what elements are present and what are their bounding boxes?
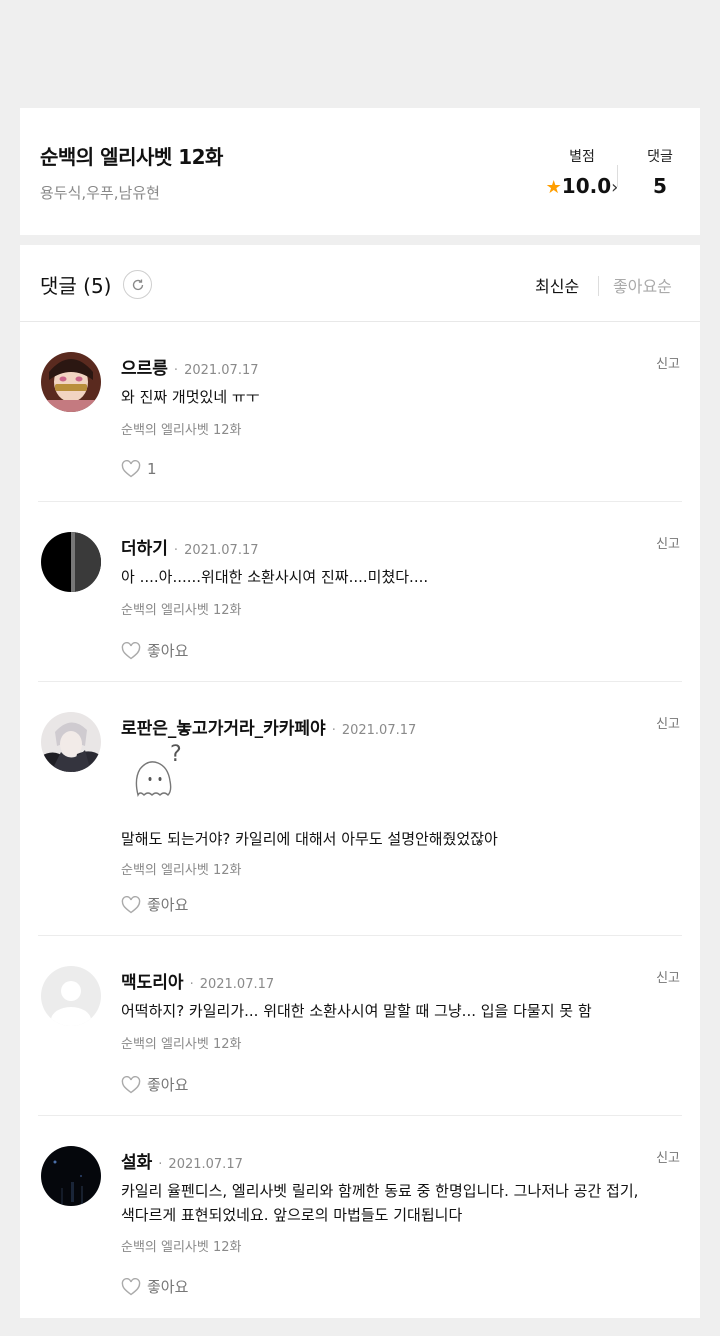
star-icon: ★ [545, 177, 562, 198]
comment-body: 아 ....아......위대한 소환사시여 진짜....미쳤다.... [121, 568, 429, 586]
heart-icon [121, 460, 141, 478]
comment-count-stat: 댓글 5 [630, 146, 690, 198]
avatar[interactable] [41, 712, 101, 772]
comment-nickname[interactable]: 더하기 [121, 539, 168, 559]
comment-nickname[interactable]: 으르릉 [121, 359, 168, 379]
comment-nickname[interactable]: 설화 [121, 1153, 152, 1173]
separator-dot: · [331, 723, 336, 738]
comment-item: 설화 · 2021.07.17 신고 카일리 율펜디스, 엘리사벳 릴리와 함께한 … [38, 1116, 682, 1318]
avatar[interactable] [41, 352, 101, 412]
comment-body: 와 진짜 개멋있네 ㅠㅜ [121, 388, 260, 406]
comment-nickname[interactable]: 로판은_놓고가거라_카카페야 [121, 719, 326, 739]
comment-body: 카일리 율펜디스, 엘리사벳 릴리와 함께한 동료 중 한명입니다. 그나저나 … [121, 1182, 639, 1224]
rating-value: 10.0 [561, 174, 612, 198]
comment-date: 2021.07.17 [199, 977, 275, 992]
avatar[interactable] [41, 532, 101, 592]
comments-value: 5 [653, 174, 667, 198]
separator-dot: · [173, 543, 179, 558]
comment-date: 2021.07.17 [168, 1157, 243, 1172]
avatar[interactable] [41, 1146, 101, 1206]
episode-title: 순백의 엘리사벳 12화 [40, 145, 223, 169]
like-button[interactable]: 좋아요 [121, 640, 188, 661]
comment-list-header: 댓글 (5) 최신순 좋아요순 [20, 245, 700, 322]
sticker-image: ? [130, 739, 190, 799]
report-button[interactable]: 신고 [656, 967, 680, 986]
separator-dot: · [158, 1157, 163, 1172]
comment-list-title: 댓글 (5) [40, 274, 112, 298]
sort-latest-button[interactable]: 최신순 [535, 273, 579, 297]
heart-icon [121, 895, 141, 913]
comment-date: 2021.07.17 [341, 723, 417, 738]
comment-item: 맥도리아 · 2021.07.17 신고 어떡하지? 카일리가... 위대한 소환사… [38, 936, 682, 1116]
comment-date: 2021.07.17 [184, 363, 259, 378]
comment-list: 댓글 (5) 최신순 좋아요순 으르릉 · 2021.07.17 신고 와 진짜 개… [20, 245, 700, 1318]
comment-item: 으르릉 · 2021.07.17 신고 와 진짜 개멋있네 ㅠㅜ 순백의 엘리사벳 … [38, 322, 682, 502]
heart-icon [121, 1075, 141, 1093]
comment-item: 더하기 · 2021.07.17 신고 아 ....아......위대한 소환사시여… [38, 502, 682, 682]
comment-date: 2021.07.17 [184, 543, 259, 558]
comment-item: 로판은_놓고가거라_카카페야 · 2021.07.17 신고 ? 말해도 되는거야?… [38, 682, 682, 936]
comments-label: 댓글 [647, 149, 673, 165]
like-label: 좋아요 [147, 642, 189, 660]
like-button[interactable]: 1 [121, 460, 157, 478]
rating-label: 별점 [569, 149, 595, 165]
sort-divider [598, 276, 599, 296]
comment-episode[interactable]: 순백의 엘리사벳 12화 [121, 599, 242, 618]
like-label: 좋아요 [147, 1076, 189, 1094]
comment-episode[interactable]: 순백의 엘리사벳 12화 [121, 1236, 242, 1255]
report-button[interactable]: 신고 [656, 533, 680, 552]
like-label: 좋아요 [147, 1278, 189, 1296]
episode-header: 순백의 엘리사벳 12화 용두식,우푸,남유현 별점 ★10.0› 댓글 5 [20, 108, 700, 235]
like-label: 좋아요 [147, 896, 189, 914]
separator-dot: · [189, 977, 194, 992]
sort-like-button[interactable]: 좋아요순 [613, 273, 672, 297]
rating-stat[interactable]: 별점 ★10.0› [534, 146, 630, 198]
like-count: 1 [147, 460, 157, 478]
report-button[interactable]: 신고 [656, 713, 680, 732]
refresh-icon[interactable] [123, 270, 152, 299]
separator-dot: · [173, 363, 179, 378]
report-button[interactable]: 신고 [656, 353, 680, 372]
comment-body: 말해도 되는거야? 카일리에 대해서 아무도 설명안해줬었잖아 [121, 830, 498, 848]
like-button[interactable]: 좋아요 [121, 894, 188, 915]
like-button[interactable]: 좋아요 [121, 1074, 188, 1095]
heart-icon [121, 1277, 141, 1295]
report-button[interactable]: 신고 [656, 1147, 680, 1166]
comment-episode[interactable]: 순백의 엘리사벳 12화 [121, 1033, 242, 1052]
comment-episode[interactable]: 순백의 엘리사벳 12화 [121, 859, 242, 878]
heart-icon [121, 641, 141, 659]
episode-authors: 용두식,우푸,남유현 [40, 184, 160, 202]
comment-body: 어떡하지? 카일리가... 위대한 소환사시여 말할 때 그냥... 입을 다물… [121, 1002, 592, 1020]
stat-divider [617, 165, 618, 187]
avatar[interactable] [41, 966, 101, 1026]
sticker-question: ? [170, 742, 182, 767]
comment-episode[interactable]: 순백의 엘리사벳 12화 [121, 419, 242, 438]
comment-nickname[interactable]: 맥도리아 [121, 973, 184, 993]
like-button[interactable]: 좋아요 [121, 1276, 188, 1297]
